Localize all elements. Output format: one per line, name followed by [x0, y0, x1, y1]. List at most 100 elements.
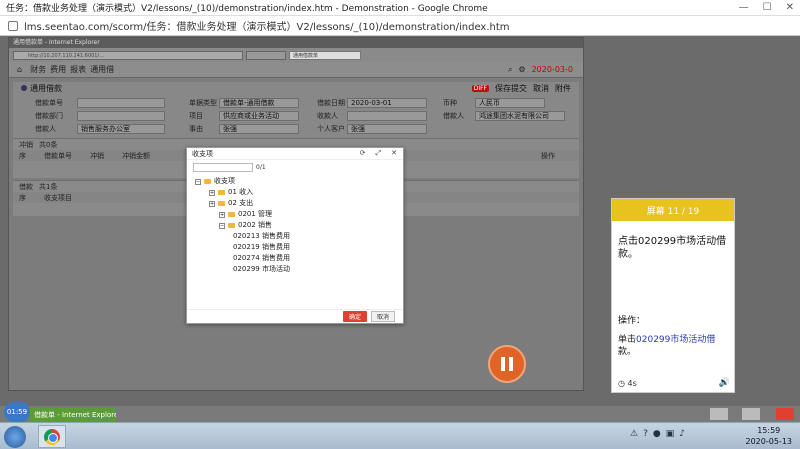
ie-tab-active[interactable]: 通用借款单: [289, 50, 361, 60]
chrome-title-bar: 任务：借款业务处理（演示模式）V2/lessons/_(10)/demonstr…: [0, 0, 800, 16]
ie-title: 通用借款单 - Internet Explorer: [9, 38, 583, 48]
tree-node-label[interactable]: 01 收入: [228, 187, 253, 198]
attachment-button[interactable]: 附件: [555, 83, 571, 94]
project-field[interactable]: 供应商或业务活动: [219, 111, 299, 121]
step-indicator: 屏幕 11 / 19: [612, 199, 734, 221]
expand-icon[interactable]: ⤢: [376, 149, 382, 158]
refresh-icon[interactable]: ⟳: [360, 149, 366, 158]
currency-field[interactable]: 人民币: [475, 98, 545, 108]
col-seq: 序: [19, 151, 26, 160]
tree-leaf[interactable]: 020274 销售费用: [195, 253, 403, 264]
exit-icon[interactable]: [776, 408, 794, 420]
crumb-4[interactable]: 通用借: [90, 64, 114, 75]
operation-label: 操作：: [618, 316, 646, 326]
tree-leaf[interactable]: 020219 销售费用: [195, 242, 403, 253]
label-project: 项目: [189, 112, 203, 120]
volume-icon[interactable]: 🔊: [719, 378, 730, 388]
pause-button[interactable]: [488, 345, 526, 383]
chrome-icon: [44, 428, 60, 445]
system-tray: ⚠ ? ● ▣ ♪: [630, 429, 685, 439]
bill-type-field[interactable]: 借款单-通用借款: [219, 98, 299, 108]
crumb-1[interactable]: 财务: [30, 64, 46, 75]
payee-extra-field[interactable]: [347, 111, 427, 121]
crumb-2[interactable]: 费用: [50, 64, 66, 75]
hint-link[interactable]: 020299市场活动借: [636, 335, 715, 345]
tree-leaf[interactable]: 020213 销售费用: [195, 231, 403, 242]
label-payee-extra: 收款人: [317, 112, 338, 120]
loan-title: 借款: [19, 182, 33, 191]
col-item: 收支项目: [44, 193, 72, 202]
ie-address-input[interactable]: http://10.207.110.241:6001/...: [13, 50, 243, 60]
close-icon[interactable]: ✕: [391, 149, 397, 158]
tree-node-label[interactable]: 02 支出: [228, 198, 253, 209]
offset-count: 共0条: [39, 140, 58, 149]
cancel-button[interactable]: 取消: [533, 83, 549, 94]
fullscreen-icon[interactable]: [710, 408, 728, 420]
help-icon[interactable]: ?: [643, 429, 648, 439]
tree-node-label[interactable]: 收支项: [214, 176, 235, 187]
tree-leaf-target[interactable]: 020299 市场活动: [195, 264, 403, 275]
payee-field[interactable]: 鸿途集团水泥有限公司: [475, 111, 565, 121]
address-bar[interactable]: lms.seentao.com/scorm/任务：借款业务处理（演示模式）V2/…: [0, 16, 800, 36]
tree-leaf-label[interactable]: 020219 销售费用: [233, 242, 290, 253]
tree-node[interactable]: − 0202 销售: [195, 220, 403, 231]
clock-time: 15:59: [757, 426, 781, 435]
address-url[interactable]: lms.seentao.com/scorm/任务：借款业务处理（演示模式）V2/…: [24, 18, 510, 33]
label-reason: 事由: [189, 125, 203, 133]
expander-icon[interactable]: +: [209, 189, 215, 196]
tree-search-input[interactable]: [193, 163, 253, 172]
tree-node[interactable]: − 收支项: [195, 176, 403, 187]
ie-tab-blank[interactable]: [246, 50, 286, 60]
taskbar-clock[interactable]: 15:59 2020-05-13: [746, 425, 793, 447]
supplier-field[interactable]: 张强: [347, 124, 427, 134]
folder-icon: [218, 190, 225, 195]
warning-icon[interactable]: ⚠: [630, 429, 638, 439]
tree-leaf-label[interactable]: 020213 销售费用: [233, 231, 290, 242]
sound-icon[interactable]: ♪: [679, 429, 685, 439]
save-submit-button[interactable]: 保存提交: [495, 83, 527, 94]
expander-icon[interactable]: −: [219, 222, 225, 229]
network-icon[interactable]: ●: [653, 429, 661, 439]
dept-field-top[interactable]: [77, 111, 165, 121]
tree-node[interactable]: + 02 支出: [195, 198, 403, 209]
tree-node-label[interactable]: 0201 管理: [238, 209, 272, 220]
tree-leaf-label[interactable]: 020274 销售费用: [233, 253, 290, 264]
label-apply-date: 借款日期: [317, 99, 345, 107]
income-expense-modal: 收支项 ⟳ ⤢ ✕ 0/1 − 收支项 + 01 收入 + 02 支出 + 02: [186, 147, 404, 324]
minimize-button[interactable]: —: [739, 2, 749, 13]
ie-task-button[interactable]: 借款单 - Internet Explorer: [30, 408, 116, 422]
home-icon[interactable]: ⌂: [17, 65, 22, 74]
maximize-button[interactable]: ☐: [763, 2, 772, 13]
folder-icon: [218, 201, 225, 206]
chrome-taskbar-button[interactable]: [38, 425, 66, 448]
nav-settings-icon[interactable]: ⚙: [518, 65, 525, 74]
col-seq-2: 序: [19, 193, 26, 202]
search-count: 0/1: [256, 164, 266, 171]
form-title: 通用借款: [30, 83, 62, 93]
apply-date-field[interactable]: 2020-03-01: [347, 98, 427, 108]
expander-icon[interactable]: −: [195, 178, 201, 185]
tree-node[interactable]: + 0201 管理: [195, 209, 403, 220]
timer-value: 4s: [627, 378, 637, 388]
label-currency: 币种: [443, 99, 457, 107]
tree-node[interactable]: + 01 收入: [195, 187, 403, 198]
settings-icon[interactable]: [742, 408, 760, 420]
modal-search: 0/1: [193, 163, 403, 172]
tree-node-label[interactable]: 0202 销售: [238, 220, 272, 231]
modal-controls: ⟳ ⤢ ✕: [360, 149, 397, 158]
close-button[interactable]: ✕: [786, 2, 794, 13]
nav-search-icon[interactable]: ⌕: [508, 65, 512, 75]
dept-field[interactable]: 销售服务办公室: [77, 124, 165, 134]
expander-icon[interactable]: +: [219, 211, 225, 218]
tree-leaf-label[interactable]: 020299 市场活动: [233, 264, 290, 275]
crumb-3[interactable]: 报表: [70, 64, 86, 75]
borrower-no-field[interactable]: [77, 98, 165, 108]
start-button[interactable]: [4, 426, 26, 448]
col-offset: 冲销: [90, 151, 104, 160]
diff-badge: DIFF: [471, 84, 489, 92]
expander-icon[interactable]: +: [209, 200, 215, 207]
modal-cancel-button[interactable]: 取消: [370, 311, 395, 322]
display-icon[interactable]: ▣: [666, 429, 675, 439]
confirm-button[interactable]: 确定: [342, 311, 367, 322]
unit-field[interactable]: 张强: [219, 124, 299, 134]
